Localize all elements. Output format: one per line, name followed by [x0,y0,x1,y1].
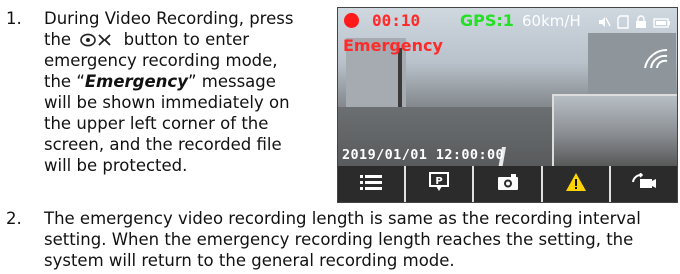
item-1-quote-open: the “ [44,72,85,91]
record-indicator-icon [344,13,359,28]
parking-camera-icon: P [429,172,450,196]
item-1-line-7: screen, and the recorded file [44,135,282,154]
item-1-line-5: will be shown immediately on [44,93,290,112]
item-1-line-8: will be protected. [44,156,188,175]
status-icons [597,14,671,33]
item-1-line-3: emergency recording mode, [44,51,278,70]
status-bar: 00:10 GPS:1 60km/H [338,8,677,34]
item-1-line-6: the upper left corner of the [44,114,269,133]
item-1-number: 1. [6,9,22,28]
emergency-word: Emergency [84,72,188,91]
sd-card-icon [617,14,629,33]
mute-icon [597,14,611,33]
wifi-icon [643,48,669,74]
item-1-line-2-rest: button to enter [123,30,250,49]
screen-toolbar: P [338,166,677,202]
emergency-label: Emergency [343,36,443,55]
item-1-line-2: the button to enter [44,29,249,52]
camera-icon [497,173,519,195]
warning-icon [565,172,587,196]
item-1-line-1: During Video Recording, press [44,9,294,28]
snapshot-button[interactable] [472,166,541,202]
parking-camera-button[interactable]: P [404,166,473,202]
camera-switch-button[interactable] [608,166,677,202]
item-1-the: the [44,30,72,49]
speed-readout: 60km/H [522,12,581,30]
menu-button[interactable] [338,166,405,202]
camera-switch-icon [631,172,657,195]
emergency-button-icon [80,31,114,52]
item-1-quote-close: ” message [187,72,276,91]
menu-icon [360,174,383,194]
gps-status: GPS:1 [460,11,514,30]
lock-icon [635,14,647,33]
item-2-number: 2. [6,209,22,228]
date-time-stamp: 2019/01/01 12:00:00 [342,147,505,163]
item-2-line-2: setting. When the emergency recording le… [44,230,634,249]
item-2-line-3: system will return to the general record… [44,251,455,270]
rear-camera-preview [552,94,677,168]
emergency-button[interactable] [540,166,609,202]
dashcam-screen: 00:10 GPS:1 60km/H Emergency 2019/01/01 [337,7,678,203]
battery-icon [653,14,671,33]
record-timer: 00:10 [372,11,421,30]
palm-trunk [398,48,402,108]
item-1-line-4: the “Emergency” message [44,71,276,92]
item-2-line-1: The emergency video recording length is … [44,209,641,228]
svg-text:P: P [436,176,443,187]
